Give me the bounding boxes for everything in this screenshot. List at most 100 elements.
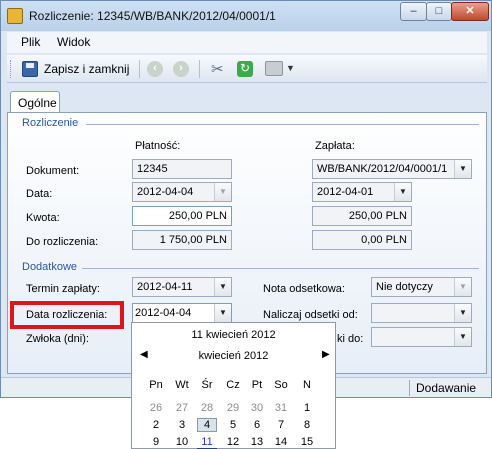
label-zwloka: Zwłoka (dni): bbox=[26, 333, 89, 345]
back-icon[interactable]: ‹ bbox=[147, 61, 163, 77]
toolbar: Zapisz i zamknij ‹ › ✂ ↻ ▼ bbox=[7, 55, 487, 83]
calendar-day[interactable]: 28 bbox=[197, 401, 217, 415]
status-text: Dodawanie bbox=[416, 381, 477, 395]
section-divider bbox=[86, 124, 479, 125]
label-naliczaj-do: ki do: bbox=[337, 333, 364, 345]
label-do-rozliczenia: Do rozliczenia: bbox=[26, 236, 99, 248]
print-icon[interactable] bbox=[265, 61, 283, 76]
title-bar: Rozliczenie: 12345/WB/BANK/2012/04/0001/… bbox=[1, 1, 491, 31]
chevron-down-icon[interactable]: ▼ bbox=[214, 278, 231, 296]
nota-odsetkowa-value: Nie dotyczy bbox=[376, 281, 433, 293]
platnosc-dokument-field: 12345 bbox=[132, 159, 232, 179]
calendar-day[interactable]: 26 bbox=[146, 401, 166, 415]
calendar-day[interactable]: 15 bbox=[297, 435, 317, 449]
save-and-close-button[interactable]: Zapisz i zamknij bbox=[44, 62, 129, 76]
menu-plik[interactable]: Plik bbox=[21, 35, 40, 49]
calendar-weekday: Cz bbox=[226, 379, 240, 391]
platnosc-data-value: 2012-04-04 bbox=[137, 186, 194, 198]
calendar-day[interactable]: 8 bbox=[297, 418, 317, 432]
naliczaj-do-select[interactable]: ▼ bbox=[371, 327, 472, 347]
calendar-day[interactable]: 5 bbox=[223, 418, 243, 432]
calendar-weekday: Pt bbox=[251, 379, 263, 391]
calendar-day[interactable]: 7 bbox=[271, 418, 291, 432]
chevron-down-icon[interactable]: ▼ bbox=[214, 304, 231, 322]
app-icon bbox=[7, 8, 23, 24]
chevron-down-icon[interactable]: ▼ bbox=[454, 328, 471, 346]
chevron-down-icon[interactable]: ▼ bbox=[454, 278, 471, 296]
refresh-icon[interactable]: ↻ bbox=[237, 61, 253, 77]
zaplata-kwota-field: 250,00 PLN bbox=[312, 206, 412, 226]
zaplata-dokument-select[interactable]: WB/BANK/2012/04/0001/1 ▼ bbox=[312, 159, 472, 179]
tab-label: Ogólne bbox=[18, 96, 57, 110]
platnosc-data-picker[interactable]: 2012-04-04 ▼ bbox=[132, 182, 232, 202]
chevron-down-icon[interactable]: ▼ bbox=[214, 183, 231, 201]
label-data: Data: bbox=[26, 188, 53, 200]
window-title: Rozliczenie: 12345/WB/BANK/2012/04/0001/… bbox=[29, 9, 276, 23]
nota-odsetkowa-select[interactable]: Nie dotyczy ▼ bbox=[371, 277, 472, 297]
section-rozliczenie-title: Rozliczenie bbox=[22, 117, 79, 129]
label-nota-odsetkowa: Nota odsetkowa: bbox=[263, 283, 345, 295]
chevron-down-icon[interactable]: ▼ bbox=[286, 63, 295, 73]
calendar-day[interactable]: 2 bbox=[146, 418, 166, 432]
toolbar-divider bbox=[199, 60, 200, 78]
chevron-down-icon[interactable]: ▼ bbox=[394, 183, 411, 201]
calendar-day[interactable]: 13 bbox=[247, 435, 267, 449]
calendar-day[interactable]: 27 bbox=[172, 401, 192, 415]
calendar-month-label[interactable]: kwiecień 2012 bbox=[132, 350, 335, 362]
platnosc-do-rozliczenia-field: 1 750,00 PLN bbox=[132, 230, 232, 250]
column-platnosc: Płatność: bbox=[135, 140, 181, 152]
zaplata-data-value: 2012-04-01 bbox=[317, 186, 374, 198]
calendar-today-label[interactable]: 11 kwiecień 2012 bbox=[132, 329, 335, 341]
calendar-day[interactable]: 9 bbox=[146, 435, 166, 449]
calendar-day[interactable]: 3 bbox=[172, 418, 192, 432]
label-dokument: Dokument: bbox=[26, 165, 80, 177]
calendar-day[interactable]: 30 bbox=[247, 401, 267, 415]
save-icon[interactable] bbox=[22, 61, 38, 77]
label-naliczaj-od: Naliczaj odsetki od: bbox=[263, 309, 358, 321]
menu-bar: Plik Widok bbox=[7, 32, 487, 53]
label-kwota: Kwota: bbox=[26, 212, 60, 224]
calendar-weekday: Pn bbox=[149, 379, 163, 391]
tab-ogolne[interactable]: Ogólne bbox=[10, 91, 60, 113]
data-rozliczenia-picker[interactable]: 2012-04-04 ▼ bbox=[132, 303, 232, 323]
naliczaj-od-select[interactable]: ▼ bbox=[371, 303, 472, 323]
close-button[interactable]: ✕ bbox=[451, 2, 489, 21]
toolbar-divider bbox=[139, 60, 140, 78]
highlight-box bbox=[10, 301, 124, 329]
calendar-day[interactable]: 1 bbox=[297, 401, 317, 415]
calendar-day[interactable]: 31 bbox=[271, 401, 291, 415]
calendar-weekday: So bbox=[274, 379, 288, 391]
tools-icon[interactable]: ✂ bbox=[211, 60, 224, 78]
calendar-day[interactable]: 14 bbox=[271, 435, 291, 449]
calendar-weekday: N bbox=[303, 379, 311, 391]
maximize-button[interactable]: □ bbox=[426, 2, 452, 21]
section-divider bbox=[82, 268, 479, 269]
data-rozliczenia-value: 2012-04-04 bbox=[135, 307, 192, 319]
termin-zaplaty-value: 2012-04-11 bbox=[137, 281, 193, 293]
calendar-weekday: Śr bbox=[201, 379, 213, 391]
zaplata-dokument-value: WB/BANK/2012/04/0001/1 bbox=[317, 163, 448, 175]
calendar-day[interactable]: 4 bbox=[197, 418, 217, 432]
calendar-day[interactable]: 11 bbox=[197, 435, 217, 449]
chevron-down-icon[interactable]: ▼ bbox=[454, 304, 471, 322]
chevron-right-icon[interactable]: ▶ bbox=[322, 349, 330, 360]
zaplata-data-picker[interactable]: 2012-04-01 ▼ bbox=[312, 182, 412, 202]
platnosc-kwota-input[interactable]: 250,00 PLN bbox=[132, 206, 232, 226]
menu-widok[interactable]: Widok bbox=[57, 35, 90, 49]
section-dodatkowe-title: Dodatkowe bbox=[22, 261, 78, 273]
calendar-day[interactable]: 12 bbox=[223, 435, 243, 449]
calendar-day[interactable]: 6 bbox=[247, 418, 267, 432]
calendar-weekday: Wt bbox=[175, 379, 189, 391]
label-termin-zaplaty: Termin zapłaty: bbox=[26, 283, 100, 295]
minimize-button[interactable]: – bbox=[400, 2, 427, 21]
termin-zaplaty-picker[interactable]: 2012-04-11 ▼ bbox=[132, 277, 232, 297]
chevron-down-icon[interactable]: ▼ bbox=[454, 160, 471, 178]
forward-icon[interactable]: › bbox=[173, 61, 189, 77]
calendar-day[interactable]: 29 bbox=[223, 401, 243, 415]
zaplata-do-rozliczenia-field: 0,00 PLN bbox=[312, 230, 412, 250]
calendar-day[interactable]: 10 bbox=[172, 435, 192, 449]
status-divider bbox=[409, 380, 410, 396]
column-zaplata: Zapłata: bbox=[315, 140, 355, 152]
calendar-popup: 11 kwiecień 2012 ◀ kwiecień 2012 ▶ Pn Wt Ś… bbox=[131, 322, 336, 449]
toolbar-grip bbox=[10, 60, 13, 78]
